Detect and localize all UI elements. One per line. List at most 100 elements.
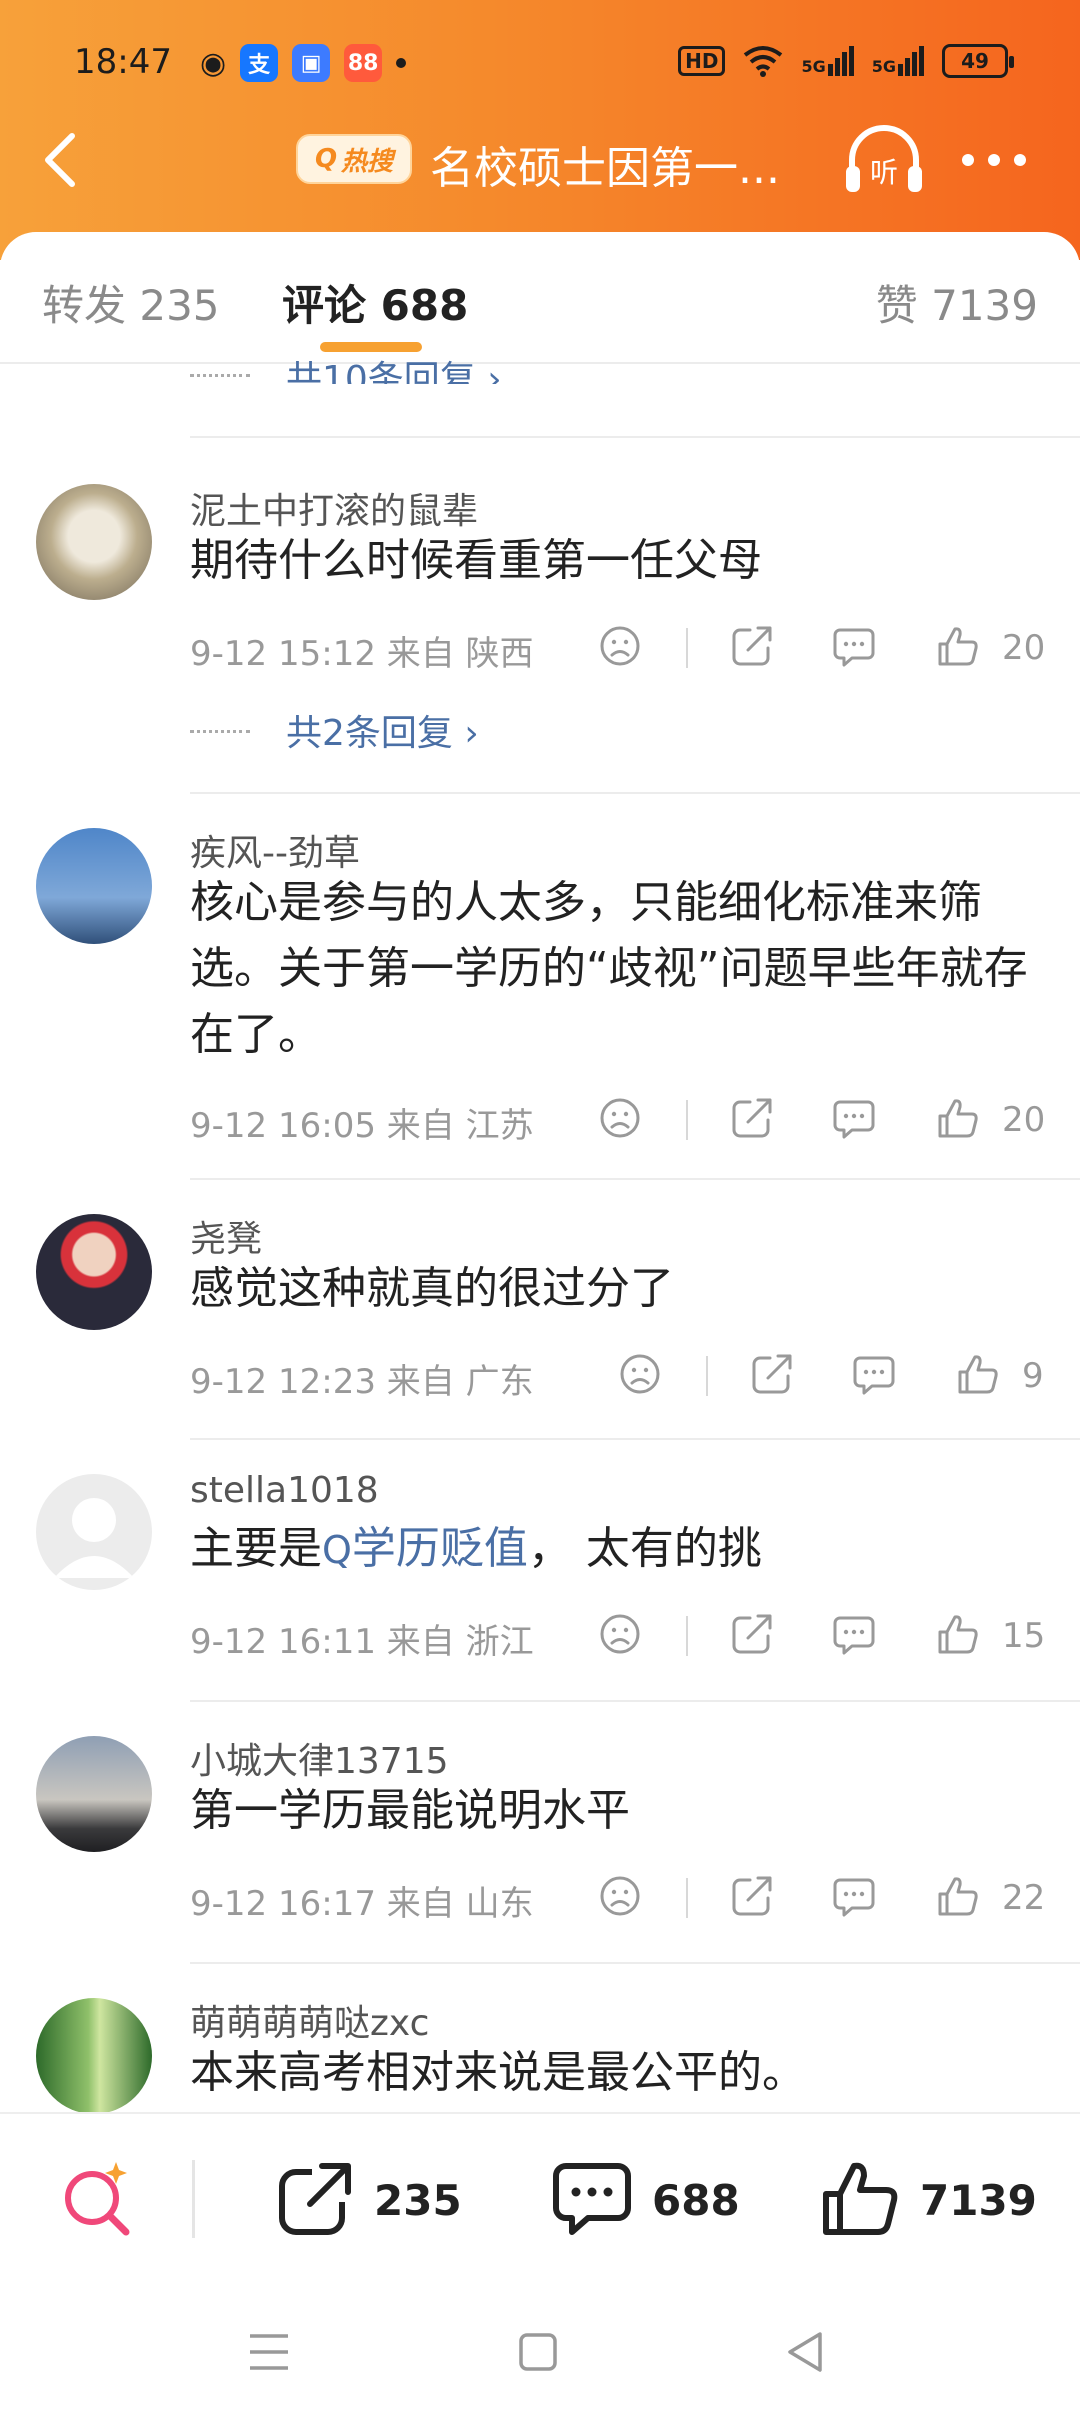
- reply-dots: [190, 374, 250, 377]
- like-icon[interactable]: [936, 1612, 980, 1656]
- weibo-notification-icon: ◉: [200, 45, 227, 81]
- repost-icon[interactable]: [276, 2158, 356, 2238]
- share-icon[interactable]: [730, 624, 774, 668]
- repost-count[interactable]: 235: [374, 2176, 462, 2225]
- search-icon: Q: [322, 1528, 352, 1572]
- comment-icon[interactable]: [832, 1096, 876, 1140]
- comment-actions: 15: [0, 1612, 1080, 1662]
- tab-bar: 转发 235 评论 688 赞 7139: [0, 232, 1080, 362]
- like-count: 20: [1002, 1100, 1046, 1140]
- comment-username[interactable]: 小城大律13715: [190, 1732, 449, 1784]
- comment-username[interactable]: 萌萌萌萌哒zxc: [190, 1994, 429, 2046]
- comment-icon[interactable]: [852, 1352, 896, 1396]
- avatar[interactable]: [36, 828, 152, 944]
- comment-text: 期待什么时候看重第一任父母: [190, 535, 762, 586]
- comment-divider: [190, 1178, 1080, 1180]
- bottom-separator: [192, 2160, 195, 2238]
- like-count: 9: [1022, 1356, 1044, 1396]
- home-icon[interactable]: [518, 2332, 558, 2372]
- comment-text: 感觉这种就真的很过分了: [190, 1263, 674, 1314]
- share-icon[interactable]: [730, 1874, 774, 1918]
- like-icon[interactable]: [956, 1352, 1000, 1396]
- listen-label: 听: [870, 156, 898, 189]
- signal-5g-icon-2: 5G: [872, 46, 924, 76]
- status-bar: 18:47 ◉ 支 ▣ 88 HD 5G 5G 49: [0, 36, 1080, 96]
- comment-actions: 20: [0, 1096, 1080, 1146]
- menu-icon[interactable]: [248, 2332, 290, 2372]
- comment-divider: [190, 792, 1080, 794]
- comment-username[interactable]: 疾风--劲草: [190, 824, 360, 876]
- status-time: 18:47: [74, 42, 172, 82]
- notification-icons: ◉ 支 ▣ 88: [200, 44, 407, 82]
- share-icon[interactable]: [750, 1352, 794, 1396]
- dislike-face-icon[interactable]: [598, 1874, 642, 1918]
- more-notifications-dot: [396, 58, 407, 68]
- avatar[interactable]: [36, 484, 152, 600]
- comment-text: 本来高考相对来说是最公平的。: [190, 2047, 806, 2098]
- avatar[interactable]: [36, 1474, 152, 1590]
- reply-dots: [190, 730, 250, 733]
- comment-text: 核心是参与的人太多，只能细化标准来筛选。关于第一学历的“歧视”问题早些年就存在了…: [190, 877, 1028, 1060]
- default-avatar-icon: [54, 1498, 134, 1578]
- tab-divider: [0, 362, 1080, 364]
- comments-card: 转发 235 评论 688 赞 7139 共10条回复 › 泥土中打滚的鼠辈 期…: [0, 232, 1080, 2112]
- avatar[interactable]: [36, 1214, 152, 1330]
- dislike-face-icon[interactable]: [598, 1096, 642, 1140]
- avatar[interactable]: [36, 1998, 152, 2112]
- comment-icon[interactable]: [832, 1874, 876, 1918]
- comment-username[interactable]: stella1018: [190, 1470, 379, 1511]
- like-count: 22: [1002, 1878, 1046, 1918]
- topic-label: 学历贬值: [351, 1523, 528, 1574]
- search-icon: Q: [314, 144, 338, 174]
- app-notification-icon: 88: [344, 44, 383, 82]
- dislike-face-icon[interactable]: [598, 1612, 642, 1656]
- action-separator: [706, 1356, 708, 1396]
- comment-text: 第一学历最能说明水平: [190, 1785, 630, 1836]
- action-separator: [686, 1878, 688, 1918]
- like-count: 15: [1002, 1616, 1046, 1656]
- comment-icon[interactable]: [832, 1612, 876, 1656]
- like-icon[interactable]: [936, 1096, 980, 1140]
- page-title: 名校硕士因第一...: [430, 143, 780, 194]
- share-icon[interactable]: [730, 1612, 774, 1656]
- share-icon[interactable]: [730, 1096, 774, 1140]
- nav-bar: Q 热搜 名校硕士因第一... 听: [0, 120, 1080, 200]
- comment-username[interactable]: 泥土中打滚的鼠辈: [190, 482, 478, 534]
- back-arrow-icon[interactable]: [36, 130, 90, 190]
- comment-icon[interactable]: [832, 624, 876, 668]
- back-icon[interactable]: [784, 2330, 826, 2374]
- more-options-icon[interactable]: [962, 154, 1026, 166]
- comment-divider: [190, 1700, 1080, 1702]
- dislike-face-icon[interactable]: [618, 1352, 662, 1396]
- hd-icon: HD: [678, 46, 726, 76]
- view-replies-link[interactable]: 共10条回复 ›: [286, 350, 502, 384]
- files-notification-icon: ▣: [292, 44, 331, 82]
- comment-actions: 20: [0, 624, 1080, 674]
- headphones-listen-icon[interactable]: 听: [842, 124, 926, 196]
- tab-likes[interactable]: 赞 7139: [876, 272, 1038, 333]
- comment-text-part: 主要是: [190, 1523, 322, 1574]
- comment-username[interactable]: 尧凳: [190, 1210, 262, 1262]
- like-icon[interactable]: [936, 1874, 980, 1918]
- tab-comments[interactable]: 评论 688: [282, 272, 468, 333]
- view-replies-link[interactable]: 共2条回复 ›: [286, 704, 479, 756]
- topic-link[interactable]: Q学历贬值: [322, 1523, 528, 1574]
- status-right: HD 5G 5G 49: [678, 44, 1014, 78]
- comment-text-part: ， 太有的挑: [527, 1523, 762, 1574]
- dislike-face-icon[interactable]: [598, 624, 642, 668]
- comment-count[interactable]: 688: [652, 2176, 740, 2225]
- hot-search-badge[interactable]: Q 热搜: [296, 134, 412, 184]
- system-nav-bar: [0, 2292, 1080, 2414]
- like-icon[interactable]: [820, 2158, 900, 2238]
- comment-icon[interactable]: [552, 2158, 632, 2238]
- like-count[interactable]: 7139: [920, 2176, 1037, 2225]
- comment-text: 主要是Q学历贬值， 太有的挑: [190, 1516, 1040, 1583]
- action-separator: [686, 1100, 688, 1140]
- top-header: 18:47 ◉ 支 ▣ 88 HD 5G 5G 49 Q 热搜 名校硕士因第一.…: [0, 0, 1080, 260]
- search-icon[interactable]: [58, 2158, 138, 2238]
- alipay-notification-icon: 支: [240, 44, 279, 82]
- comment-actions: 9: [0, 1352, 1080, 1402]
- avatar[interactable]: [36, 1736, 152, 1852]
- like-icon[interactable]: [936, 624, 980, 668]
- tab-reposts[interactable]: 转发 235: [42, 272, 220, 333]
